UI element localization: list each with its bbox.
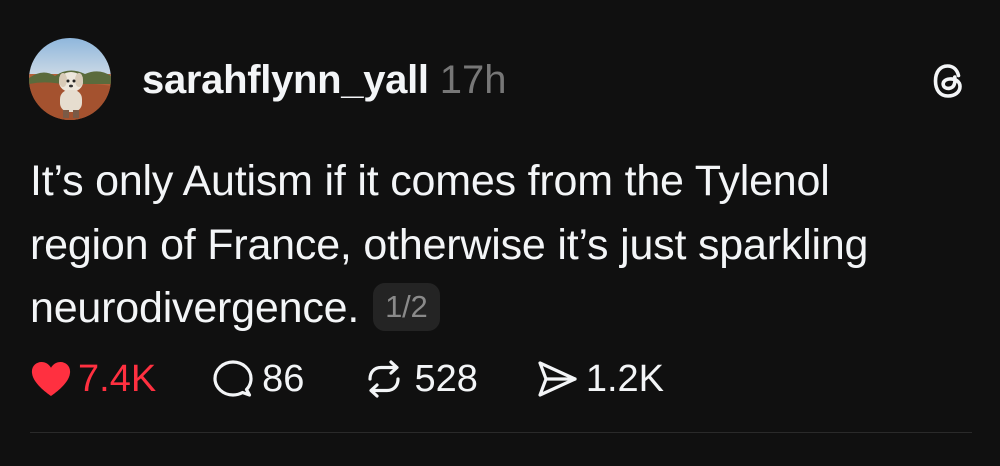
speech-bubble-icon (213, 360, 253, 397)
threads-logo-icon[interactable] (928, 60, 970, 102)
like-count: 7.4K (78, 357, 157, 400)
avatar[interactable] (29, 38, 111, 120)
repost-arrows-icon (368, 360, 401, 398)
avatar-photo (29, 38, 111, 120)
username[interactable]: sarahflynn_yall (142, 58, 429, 103)
share-button[interactable]: 1.2K (536, 358, 664, 401)
post-timestamp: 17h (439, 57, 507, 102)
post-body-line-last: neurodivergence. 1/2 (30, 277, 980, 341)
post-body-line: region of France, otherwise it’s just sp… (30, 220, 869, 269)
repost-count: 528 (414, 357, 478, 400)
post-body-line-text: neurodivergence. (30, 284, 360, 332)
share-count: 1.2K (585, 357, 665, 400)
post-body: It’s only Autism if it comes from the Ty… (30, 150, 980, 341)
post-body-line: It’s only Autism if it comes from the Ty… (30, 157, 830, 205)
heart-filled-icon (31, 362, 71, 396)
paper-plane-icon (538, 361, 577, 397)
post-divider (30, 432, 972, 433)
reply-button[interactable]: 86 (212, 358, 304, 401)
repost-button[interactable]: 528 (362, 357, 478, 401)
post-header: sarahflynn_yall 17h (142, 52, 507, 108)
thread-post: sarahflynn_yall 17h It’s only Autism if … (0, 0, 1000, 466)
post-actions: 7.4K 86 528 1.2K (30, 354, 664, 404)
reply-count: 86 (262, 357, 305, 400)
like-button[interactable]: 7.4K (30, 358, 156, 401)
thread-page-badge[interactable]: 1/2 (373, 282, 440, 331)
